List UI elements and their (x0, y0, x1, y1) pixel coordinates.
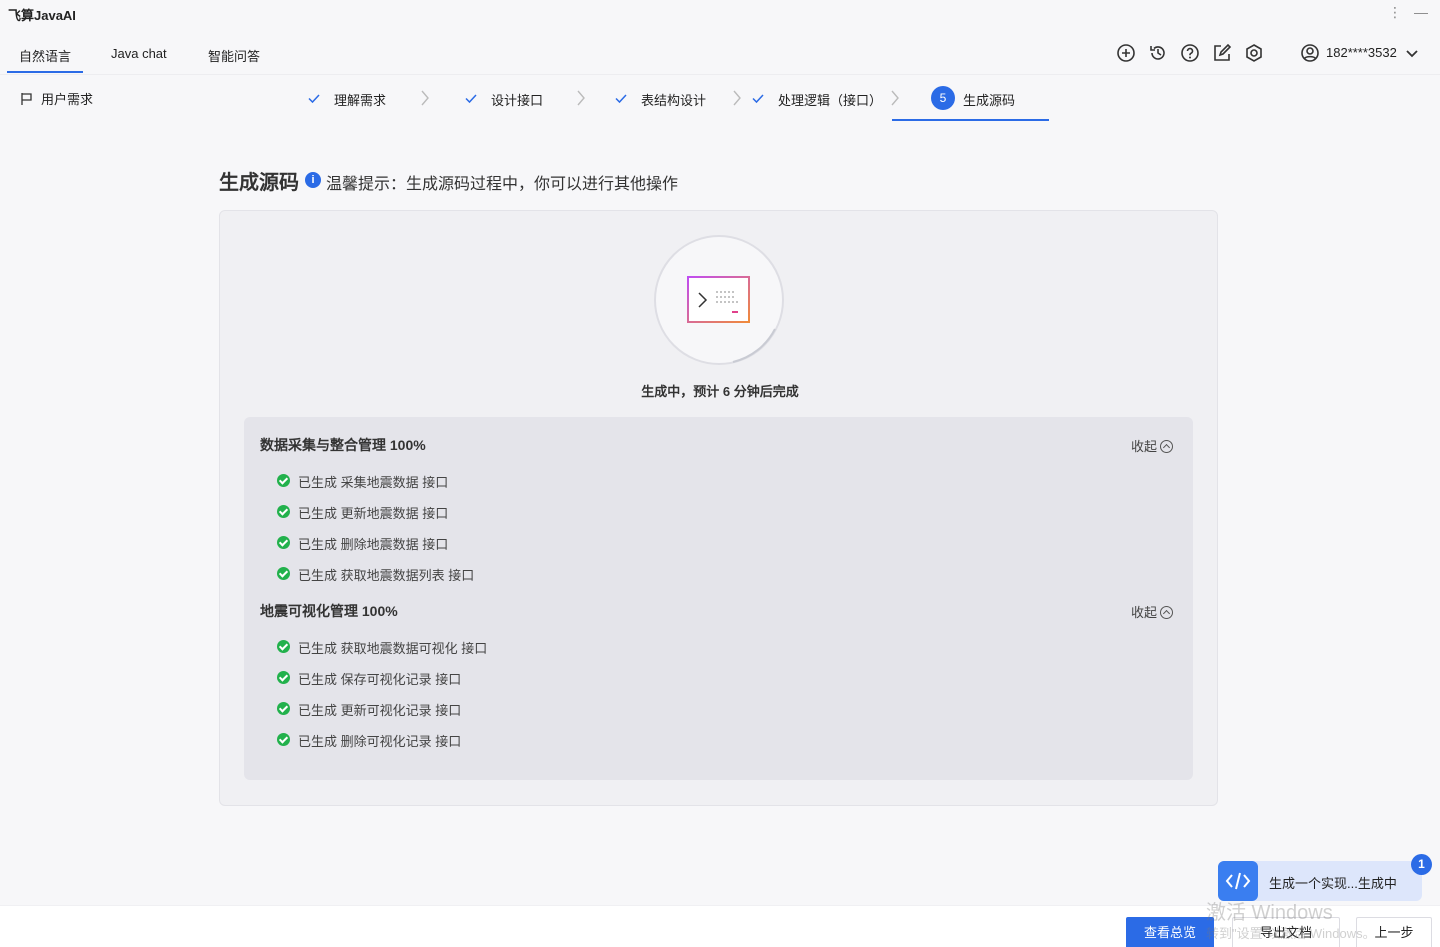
item-text: 已生成 更新地震数据 接口 (298, 506, 449, 521)
tab-natural-language[interactable]: 自然语言 (6, 46, 84, 73)
history-icon[interactable] (1148, 43, 1168, 63)
item-text: 已生成 保存可视化记录 接口 (298, 672, 462, 687)
add-icon[interactable] (1116, 43, 1136, 63)
success-icon (277, 733, 290, 746)
tab-java-chat[interactable]: Java chat (111, 46, 167, 61)
tip-text: 温馨提示：生成源码过程中，你可以进行其他操作 (326, 176, 679, 193)
collapse-label: 收起 (1131, 439, 1158, 454)
item-text: 已生成 获取地震数据可视化 接口 (298, 641, 488, 656)
check-icon (465, 94, 477, 104)
active-step-indicator (892, 119, 1049, 121)
group-title: 地震可视化管理 100% (260, 603, 398, 619)
group-title: 数据采集与整合管理 100% (260, 437, 426, 453)
step-label: 表结构设计 (641, 93, 707, 108)
task-count-badge: 1 (1411, 854, 1432, 875)
check-icon (308, 94, 320, 104)
step-label: 理解需求 (334, 93, 387, 108)
info-icon: i (305, 172, 321, 188)
check-icon (615, 94, 627, 104)
step-5-number[interactable]: 5 (931, 86, 955, 110)
settings-icon[interactable] (1244, 43, 1264, 63)
floating-task[interactable]: 生成一个实现...生成中 (1218, 861, 1422, 901)
check-icon (752, 94, 764, 104)
terminal-icon (687, 276, 750, 323)
user-icon (1301, 44, 1319, 62)
success-icon (277, 702, 290, 715)
help-icon[interactable] (1180, 43, 1200, 63)
page-title: 生成源码 (219, 172, 299, 194)
success-icon (277, 567, 290, 580)
watermark-line-1: 激活 Windows (1206, 902, 1333, 924)
collapse-button[interactable]: 收起 (1131, 436, 1174, 455)
divider (0, 74, 1440, 75)
item-text: 已生成 采集地震数据 接口 (298, 475, 449, 490)
app-title: 飞算JavaAI (8, 8, 76, 23)
chevron-right-icon (891, 90, 899, 106)
success-icon (277, 474, 290, 487)
step-label: 设计接口 (491, 93, 544, 108)
minimize-icon[interactable]: — (1410, 2, 1432, 24)
code-icon (1218, 861, 1258, 901)
edit-icon[interactable] (1212, 43, 1232, 63)
collapse-label: 收起 (1131, 605, 1158, 620)
chevron-down-icon[interactable] (1404, 43, 1420, 63)
requirement-label: 用户需求 (41, 92, 94, 107)
status-text: 生成中，预计 6 分钟后完成 (641, 384, 799, 399)
flag-icon (21, 93, 32, 105)
success-icon (277, 536, 290, 549)
item-text: 已生成 获取地震数据列表 接口 (298, 568, 475, 583)
tab-smart-qa[interactable]: 智能问答 (208, 46, 260, 65)
item-text: 已生成 更新可视化记录 接口 (298, 703, 462, 718)
collapse-button[interactable]: 收起 (1131, 602, 1174, 621)
item-text: 已生成 删除地震数据 接口 (298, 537, 449, 552)
success-icon (277, 505, 290, 518)
watermark-line-2: 转到"设置"以激活 Windows。 (1206, 926, 1376, 941)
floating-task-text: 生成一个实现...生成中 (1269, 876, 1397, 891)
more-icon[interactable]: ⋮ (1384, 2, 1406, 24)
chevron-up-icon (1160, 440, 1174, 453)
user-name: 182****3532 (1326, 45, 1397, 60)
success-icon (277, 671, 290, 684)
chevron-right-icon (421, 90, 429, 106)
chevron-up-icon (1160, 606, 1174, 619)
chevron-right-icon (733, 90, 741, 106)
title-bar: 飞算JavaAI ⋮ — (0, 0, 1440, 30)
step-5-label[interactable]: 生成源码 (963, 90, 1015, 109)
progress-ring (654, 235, 784, 365)
overview-button[interactable]: 查看总览 (1126, 917, 1214, 947)
item-text: 已生成 删除可视化记录 接口 (298, 734, 462, 749)
chevron-right-icon (577, 90, 585, 106)
step-label: 处理逻辑（接口） (778, 93, 883, 108)
success-icon (277, 640, 290, 653)
